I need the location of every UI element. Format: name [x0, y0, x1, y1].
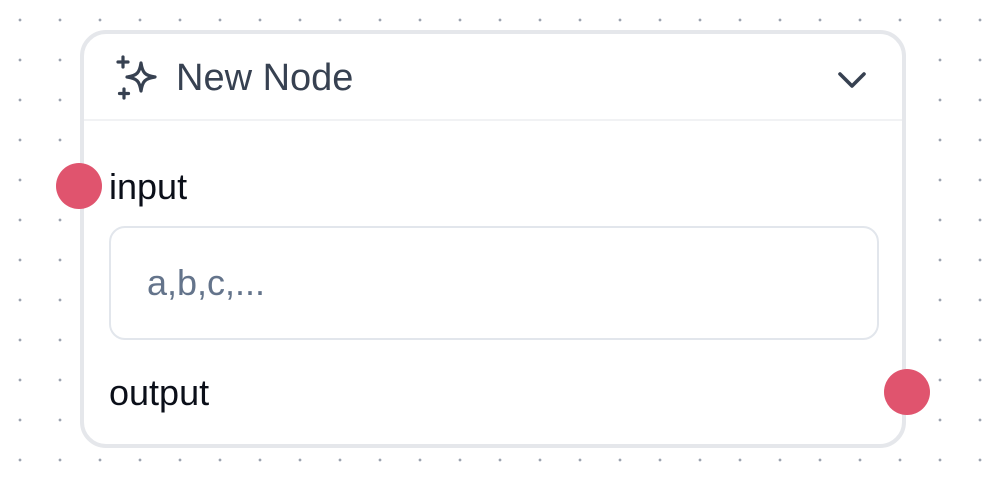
node-header[interactable]: New Node: [84, 34, 902, 121]
chevron-down-icon: [838, 72, 866, 88]
collapse-toggle-button[interactable]: [830, 60, 874, 100]
sparkles-icon: [114, 54, 162, 102]
input-text-field[interactable]: [109, 226, 879, 340]
input-port-label: input: [109, 166, 188, 207]
node-title: New Node: [176, 57, 354, 99]
output-port-label: output: [109, 372, 210, 413]
output-connection-handle[interactable]: [884, 369, 930, 415]
input-connection-handle[interactable]: [56, 163, 102, 209]
flow-node[interactable]: New Node input output: [80, 30, 906, 448]
